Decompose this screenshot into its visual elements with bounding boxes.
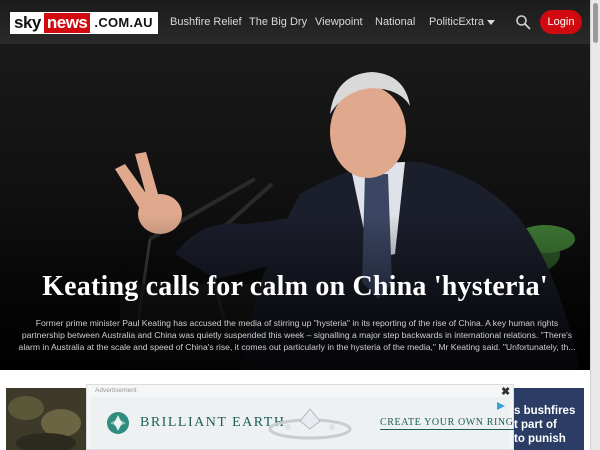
ad-banner[interactable]: BRILLIANT EARTH CREATE YOUR OWN RING [90,397,514,449]
ad-choices-icon[interactable] [496,401,506,411]
story-card-right-text: s bushfires t part of to punish [514,404,575,446]
brilliant-earth-logo-icon [107,412,129,434]
login-button[interactable]: Login [540,10,582,34]
logo-domain: .COM.AU [90,13,157,33]
nav-bushfire-relief[interactable]: Bushfire Relief [170,16,242,28]
nav-the-big-dry[interactable]: The Big Dry [249,16,307,28]
search-icon[interactable] [515,14,531,30]
scrollbar-thumb[interactable] [593,3,598,43]
hero-summary: Former prime minister Paul Keating has a… [18,318,576,352]
story-line-2: t part of [514,419,557,431]
advertisement: Advertisement ✖ BRILLIANT EARTH CREATE Y… [86,384,514,450]
hero-headline[interactable]: Keating calls for calm on China 'hysteri… [0,271,590,303]
story-card-left[interactable] [6,388,90,450]
story-line-1: s bushfires [514,405,576,417]
ad-label: Advertisement [95,387,137,394]
ring-image [268,408,352,440]
top-navigation: sky news .COM.AU Bushfire Relief The Big… [0,0,590,44]
hero-story[interactable]: Keating calls for calm on China 'hysteri… [0,44,590,370]
ad-cta-link[interactable]: CREATE YOUR OWN RING [380,417,514,430]
story-thumbnail [6,388,90,450]
page-scrollbar[interactable] [590,0,600,450]
nav-politicextra[interactable]: PoliticExtra [429,16,496,28]
sky-news-logo[interactable]: sky news .COM.AU [10,12,158,34]
story-line-3: to punish [514,433,566,445]
chevron-down-icon [487,19,496,25]
logo-news: news [43,13,91,33]
nav-viewpoint[interactable]: Viewpoint [315,16,363,28]
lower-content: s bushfires t part of to punish Advertis… [0,370,590,450]
logo-sky: sky [11,13,44,33]
nav-national[interactable]: National [375,16,415,28]
nav-politicextra-label: PoliticExtra [429,16,485,28]
